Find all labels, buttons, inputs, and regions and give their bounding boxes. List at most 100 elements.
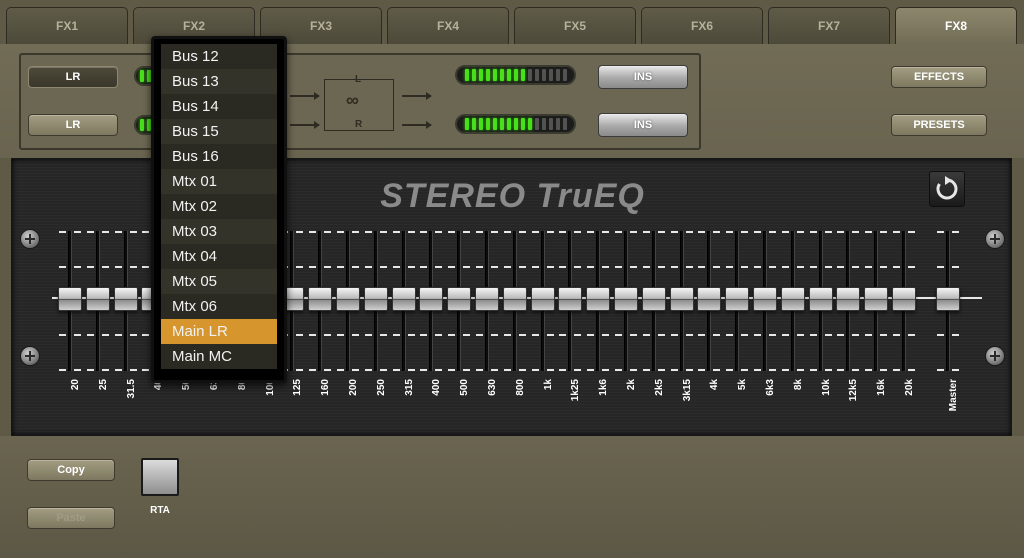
- eq-fader[interactable]: 16k: [862, 229, 890, 437]
- eq-fader[interactable]: 1k6: [584, 229, 612, 437]
- eq-fader[interactable]: 800: [501, 229, 529, 437]
- tab-fx4[interactable]: FX4: [387, 7, 509, 44]
- fader-knob[interactable]: [936, 287, 960, 311]
- dropdown-option[interactable]: Bus 13: [161, 69, 277, 94]
- paste-button[interactable]: Paste: [27, 507, 115, 529]
- scale-tick: [824, 369, 832, 371]
- scale-tick: [559, 231, 567, 233]
- dropdown-option[interactable]: Bus 12: [161, 44, 277, 69]
- eq-fader[interactable]: 8k: [779, 229, 807, 437]
- fader-knob[interactable]: [113, 287, 138, 311]
- scale-tick: [74, 334, 81, 336]
- fader-knob[interactable]: [558, 287, 583, 311]
- eq-fader[interactable]: 3k15: [668, 229, 696, 437]
- effects-button[interactable]: EFFECTS: [891, 66, 987, 88]
- fader-knob[interactable]: [336, 287, 360, 311]
- dropdown-option[interactable]: Bus 16: [161, 144, 277, 169]
- tab-fx8[interactable]: FX8: [895, 7, 1017, 44]
- scale-tick: [837, 231, 845, 233]
- fader-label: 1k6: [598, 379, 610, 396]
- presets-button[interactable]: PRESETS: [891, 114, 987, 136]
- eq-fader[interactable]: 6k3: [751, 229, 779, 437]
- fader-knob[interactable]: [836, 287, 861, 311]
- scale-tick: [491, 369, 498, 371]
- eq-fader[interactable]: 2k: [612, 229, 640, 437]
- fader-knob[interactable]: [391, 287, 416, 311]
- eq-fader[interactable]: 20k: [890, 229, 918, 437]
- eq-fader[interactable]: 5k: [723, 229, 751, 437]
- scale-tick: [796, 231, 804, 233]
- fader-knob[interactable]: [808, 287, 833, 311]
- eq-fader[interactable]: 160: [306, 229, 334, 437]
- fader-label: 315: [403, 379, 415, 396]
- fader-knob[interactable]: [725, 287, 750, 311]
- meter-segment: [513, 69, 518, 81]
- rta-button[interactable]: [141, 458, 179, 496]
- dropdown-option[interactable]: Bus 14: [161, 94, 277, 119]
- tab-fx5[interactable]: FX5: [514, 7, 636, 44]
- eq-fader[interactable]: Master: [934, 229, 962, 437]
- tab-fx1[interactable]: FX1: [6, 7, 128, 44]
- fader-knob[interactable]: [530, 287, 555, 311]
- fader-knob[interactable]: [864, 287, 889, 311]
- eq-fader[interactable]: 400: [417, 229, 445, 437]
- tab-fx6[interactable]: FX6: [641, 7, 763, 44]
- eq-fader[interactable]: 2k5: [640, 229, 668, 437]
- eq-fader[interactable]: 500: [445, 229, 473, 437]
- fader-knob[interactable]: [85, 287, 110, 311]
- fader-knob[interactable]: [502, 287, 527, 311]
- eq-fader[interactable]: 630: [473, 229, 501, 437]
- insert-2-button[interactable]: INS: [598, 113, 688, 137]
- scale-tick: [642, 369, 650, 371]
- fader-knob[interactable]: [614, 287, 638, 311]
- fader-knob[interactable]: [697, 287, 722, 311]
- eq-fader[interactable]: 10k: [807, 229, 835, 437]
- fader-knob[interactable]: [892, 287, 916, 311]
- fader-knob[interactable]: [753, 287, 777, 311]
- meter-segment: [471, 118, 476, 130]
- source-2-button[interactable]: LR: [28, 114, 118, 136]
- eq-fader[interactable]: 1k: [529, 229, 557, 437]
- fader-label: 50: [181, 379, 193, 391]
- scale-tick: [364, 231, 372, 233]
- eq-fader[interactable]: 315: [390, 229, 418, 437]
- meter-segment: [471, 69, 476, 81]
- scale-tick: [476, 266, 483, 268]
- eq-fader[interactable]: 1k25: [556, 229, 584, 437]
- dropdown-option[interactable]: Bus 15: [161, 119, 277, 144]
- fader-knob[interactable]: [308, 287, 333, 311]
- dropdown-option[interactable]: Mtx 06: [161, 294, 277, 319]
- source-1-button[interactable]: LR: [28, 66, 118, 88]
- eq-fader[interactable]: 4k: [695, 229, 723, 437]
- dropdown-option[interactable]: Main LR: [161, 319, 277, 344]
- eq-fader[interactable]: 200: [334, 229, 362, 437]
- fader-knob[interactable]: [363, 287, 388, 311]
- eq-fader[interactable]: 20: [56, 229, 84, 437]
- dropdown-option[interactable]: Main MC: [161, 344, 277, 369]
- scale-tick: [685, 334, 693, 336]
- copy-button[interactable]: Copy: [27, 459, 115, 481]
- dropdown-option[interactable]: Mtx 05: [161, 269, 277, 294]
- dropdown-option[interactable]: Mtx 04: [161, 244, 277, 269]
- tab-fx7[interactable]: FX7: [768, 7, 890, 44]
- dropdown-option[interactable]: Mtx 01: [161, 169, 277, 194]
- dropdown-option[interactable]: Mtx 03: [161, 219, 277, 244]
- fader-knob[interactable]: [586, 287, 611, 311]
- eq-fader[interactable]: 31.5: [112, 229, 140, 437]
- scale-tick: [546, 369, 554, 371]
- fader-knob[interactable]: [419, 287, 444, 311]
- fader-knob[interactable]: [641, 287, 666, 311]
- eq-fader[interactable]: 250: [362, 229, 390, 437]
- eq-fader[interactable]: 12k5: [834, 229, 862, 437]
- scale-tick: [741, 334, 749, 336]
- dropdown-option[interactable]: Mtx 02: [161, 194, 277, 219]
- fader-knob[interactable]: [447, 287, 472, 311]
- fader-knob[interactable]: [58, 287, 82, 311]
- scale-tick: [698, 266, 706, 268]
- insert-1-button[interactable]: INS: [598, 65, 688, 89]
- fader-knob[interactable]: [780, 287, 805, 311]
- eq-fader[interactable]: 25: [84, 229, 112, 437]
- fader-knob[interactable]: [475, 287, 499, 311]
- fader-knob[interactable]: [669, 287, 694, 311]
- scale-tick: [809, 334, 817, 336]
